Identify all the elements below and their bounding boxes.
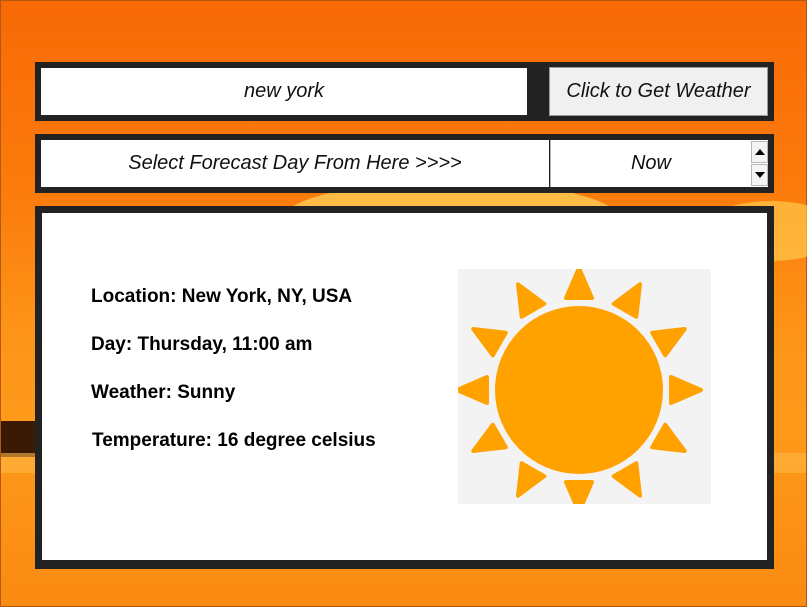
temperature-line: Temperature: 16 degree celsius	[92, 430, 376, 452]
weather-condition-line: Weather: Sunny	[91, 382, 235, 404]
city-search-input[interactable]	[41, 68, 527, 115]
get-weather-button[interactable]: Click to Get Weather	[549, 67, 768, 116]
sun-ray	[611, 282, 642, 319]
weather-image	[458, 269, 711, 504]
sun-ray	[564, 269, 594, 300]
temperature-value: 16 degree celsius	[217, 430, 376, 451]
search-panel: Click to Get Weather	[35, 62, 774, 121]
forecast-day-label: Select Forecast Day From Here >>>>	[41, 140, 549, 187]
day-label: Day:	[91, 334, 133, 355]
arrow-down-icon	[754, 172, 765, 178]
location-value: New York, NY, USA	[181, 286, 353, 307]
weather-info-card: Location: New York, NY, USA Day: Thursda…	[42, 213, 767, 560]
location-label: Location:	[91, 286, 177, 307]
day-line: Day: Thursday, 11:00 am	[91, 334, 312, 356]
sun-ray	[650, 327, 687, 358]
sun-ray	[471, 327, 508, 358]
sun-ray	[516, 461, 547, 498]
location-line: Location: New York, NY, USA	[91, 286, 352, 308]
weather-condition-label: Weather:	[91, 382, 172, 403]
weather-condition-value: Sunny	[177, 382, 236, 403]
forecast-day-spinner[interactable]: Now	[550, 140, 768, 187]
sun-ray	[611, 461, 642, 498]
sun-ray	[669, 375, 703, 405]
sun-ray	[650, 422, 687, 453]
spinner-down-button[interactable]	[751, 164, 768, 186]
sun-ray	[516, 282, 547, 319]
sun-icon	[458, 269, 703, 504]
spinner-up-button[interactable]	[751, 141, 768, 163]
forecast-day-value[interactable]: Now	[551, 140, 751, 187]
weather-info-panel: Location: New York, NY, USA Day: Thursda…	[35, 206, 774, 569]
arrow-up-icon	[754, 149, 765, 155]
sun-ray	[458, 375, 489, 405]
forecast-panel: Select Forecast Day From Here >>>> Now	[35, 134, 774, 193]
sun-ray	[471, 422, 508, 453]
sun-ray	[564, 480, 594, 504]
temperature-label: Temperature:	[92, 430, 213, 451]
day-value: Thursday, 11:00 am	[137, 334, 313, 355]
